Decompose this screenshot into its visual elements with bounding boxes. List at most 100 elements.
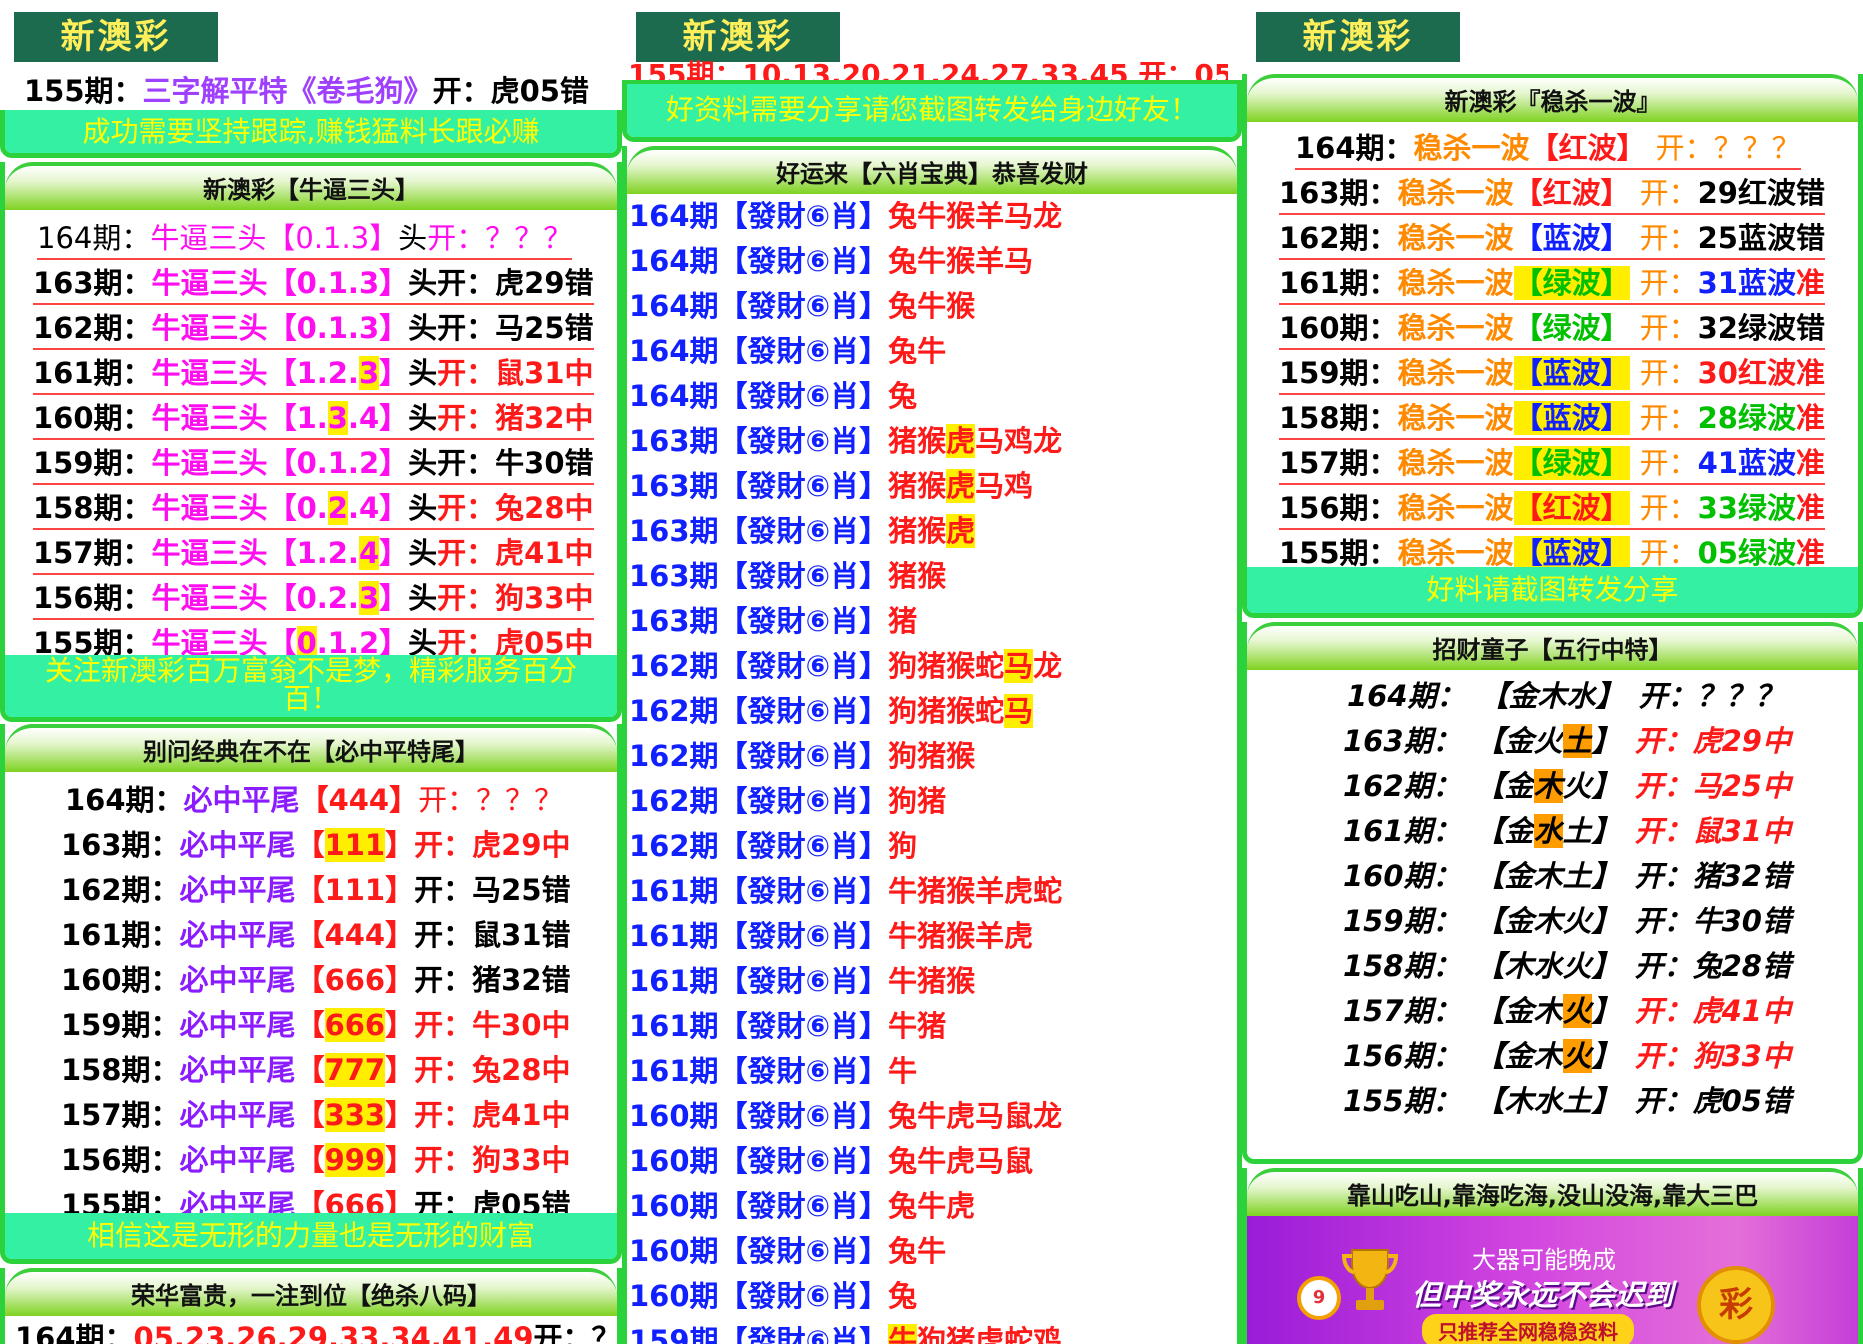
period-label: 161期： bbox=[1279, 266, 1398, 300]
result-text: 开：？？？ bbox=[418, 783, 564, 817]
bo-row: 156期：稳杀一波【红波】 开：33绿波准 bbox=[1279, 486, 1858, 531]
result-label: 开： bbox=[1639, 221, 1698, 255]
result-value: 41蓝波 bbox=[1697, 446, 1796, 480]
bracket: 】 bbox=[385, 1098, 415, 1132]
result-label: 开： bbox=[1639, 311, 1698, 345]
period-label: 161期 bbox=[629, 874, 719, 908]
wave-pick: 【蓝波】 bbox=[1513, 536, 1630, 570]
period-label: 162期： bbox=[1279, 221, 1398, 255]
result-value: 31蓝波 bbox=[1697, 266, 1796, 300]
bracket: 【 bbox=[295, 873, 325, 907]
zodiac-list: 兔牛虎 bbox=[888, 1189, 976, 1223]
period-label: 164期： bbox=[65, 783, 184, 817]
pick-name: 三字解平特《卷毛狗》 bbox=[142, 74, 433, 108]
bracket: 【 bbox=[295, 828, 325, 862]
pick-digits: 【1.2. bbox=[267, 536, 359, 570]
bracket: 】 bbox=[385, 918, 415, 952]
pick-digits: 】 bbox=[379, 536, 409, 570]
zodiac-list: 兔牛虎马鼠龙 bbox=[888, 1099, 1063, 1133]
label: 【發財⑥肖】 bbox=[718, 424, 889, 458]
period-label: 156期： bbox=[33, 581, 152, 615]
wuxing-row: 159期： 【金木火】 开：牛30错 bbox=[1343, 899, 1858, 944]
six-row: 162期【發財⑥肖】狗猪猴 bbox=[629, 734, 1237, 779]
wei-row: 157期：必中平尾【333】开：虎41中 bbox=[61, 1093, 617, 1138]
result-text: 开：虎29中 bbox=[414, 828, 571, 862]
period-label: 159期： bbox=[61, 1008, 180, 1042]
niu-row-line: 156期：牛逼三头【0.2.3】头开：狗33中 bbox=[33, 578, 594, 620]
niu-row-line: 157期：牛逼三头【1.2.4】头开：虎41中 bbox=[33, 533, 594, 575]
section-title: 招财童子【五行中特】 bbox=[1247, 622, 1858, 670]
bracket: 】 bbox=[385, 873, 415, 907]
pick-name: 稳杀一波 bbox=[1397, 266, 1514, 300]
section-title: 别问经典在不在【必中平特尾】 bbox=[5, 724, 617, 772]
result-value: 30红波 bbox=[1697, 356, 1796, 390]
site-logo[interactable]: 新澳彩 bbox=[1256, 12, 1460, 62]
result-mark: 准 bbox=[1795, 536, 1825, 570]
result-text: 开：牛30错 bbox=[1634, 904, 1791, 938]
result-text: 开：鼠31中 bbox=[437, 356, 594, 390]
period-label: 164期： bbox=[15, 1321, 134, 1344]
hit-digit: 3 bbox=[358, 581, 380, 615]
niu-section: 新澳彩【牛逼三头】 164期：牛逼三头【0.1.3】头开：？？？ 163期：牛逼三… bbox=[0, 162, 622, 722]
pick-name: 必中平尾 bbox=[179, 1143, 296, 1177]
niu-row: 162期：牛逼三头【0.1.3】头开：马25错 bbox=[33, 306, 617, 351]
period-label: 159期： bbox=[1343, 904, 1462, 938]
hit-zodiac: 虎 bbox=[946, 469, 976, 503]
element-pick: 【金木 bbox=[1475, 1039, 1563, 1073]
niu-row: 159期：牛逼三头【0.1.2】头开：牛30错 bbox=[33, 441, 617, 486]
pick-digits: 】 bbox=[379, 356, 409, 390]
result-label: 开： bbox=[1639, 356, 1698, 390]
niu-row-line: 161期：牛逼三头【1.2.3】头开：鼠31中 bbox=[33, 353, 594, 395]
zodiac-list: 牛猪猴 bbox=[888, 964, 976, 998]
period-label: 157期： bbox=[1279, 446, 1398, 480]
label: 【發財⑥肖】 bbox=[718, 604, 889, 638]
hit-element: 火 bbox=[1562, 1039, 1592, 1073]
pick-name: 牛逼三头 bbox=[151, 491, 268, 525]
bracket: 【 bbox=[295, 1098, 325, 1132]
bo-row: 157期：稳杀一波【绿波】 开：41蓝波准 bbox=[1279, 441, 1858, 486]
wuxing-row: 158期： 【木水火】 开：兔28错 bbox=[1343, 944, 1858, 989]
promo-image[interactable]: 大器可能晚成 但中奖永远不会迟到 只推荐全网稳稳资料 9 彩 bbox=[1247, 1216, 1858, 1344]
top-banner-box: 成功需要坚持跟踪,赚钱猛料长跟必赚 bbox=[0, 110, 622, 158]
promo-banner: 成功需要坚持跟踪,赚钱猛料长跟必赚 bbox=[5, 110, 617, 153]
period-label: 161期： bbox=[61, 918, 180, 952]
pick-name: 必中平尾 bbox=[179, 1098, 296, 1132]
result-text: 开：虎29错 bbox=[437, 266, 594, 300]
pick-value: 666 bbox=[324, 1008, 386, 1042]
zodiac-list: 兔牛 bbox=[888, 1234, 947, 1268]
bracket: 【 bbox=[295, 1143, 325, 1177]
period-label: 162期： bbox=[33, 311, 152, 345]
bo-row: 160期：稳杀一波【绿波】 开：32绿波错 bbox=[1279, 306, 1858, 351]
bo-rows: 164期：稳杀一波【红波】 开：？？？ 163期：稳杀一波【红波】 开：29红波错 16… bbox=[1247, 122, 1858, 576]
pick-name: 必中平尾 bbox=[179, 1053, 296, 1087]
period-label: 163期 bbox=[629, 469, 719, 503]
label: 【發財⑥肖】 bbox=[718, 334, 889, 368]
wave-pick: 【红波】 bbox=[1513, 491, 1630, 525]
period-label: 163期： bbox=[1279, 176, 1398, 210]
hit-digit: 3 bbox=[327, 401, 348, 435]
zodiac-list: 狗猪猴 bbox=[888, 739, 976, 773]
period-label: 161期 bbox=[629, 964, 719, 998]
result-value: 32绿波错 bbox=[1697, 311, 1825, 345]
result-text: 开：虎41中 bbox=[437, 536, 594, 570]
label: 【發財⑥肖】 bbox=[718, 649, 889, 683]
result-text: 开：猪32中 bbox=[437, 401, 594, 435]
zodiac-list: 马鸡 bbox=[975, 469, 1034, 503]
suffix-label: 头 bbox=[408, 356, 438, 390]
site-logo[interactable]: 新澳彩 bbox=[14, 12, 218, 62]
six-row: 161期【發財⑥肖】牛 bbox=[629, 1049, 1237, 1094]
zodiac-list: 兔牛猴 bbox=[888, 289, 976, 323]
result-text: 开：马25中 bbox=[1634, 769, 1791, 803]
pick-digits: .4】 bbox=[347, 491, 409, 525]
bracket: 【 bbox=[295, 1008, 325, 1042]
pick-name: 稳杀一波 bbox=[1397, 401, 1514, 435]
six-row: 161期【發財⑥肖】牛猪猴 bbox=[629, 959, 1237, 1004]
element-pick: 】 bbox=[1591, 724, 1621, 758]
six-row: 164期【發財⑥肖】兔 bbox=[629, 374, 1237, 419]
six-zodiac-section: 好运来【六肖宝典】恭喜发财 164期【發財⑥肖】兔牛猴羊马龙 164期【發財⑥肖】… bbox=[622, 146, 1242, 1344]
six-row: 161期【發財⑥肖】牛猪猴羊虎蛇 bbox=[629, 869, 1237, 914]
pick-value: 999 bbox=[324, 1143, 386, 1177]
wei-row: 163期：必中平尾【111】开：虎29中 bbox=[61, 823, 617, 868]
pick-name: 稳杀一波 bbox=[1397, 221, 1514, 255]
bo-row-line: 164期：稳杀一波【红波】 开：？？？ bbox=[1295, 128, 1801, 170]
